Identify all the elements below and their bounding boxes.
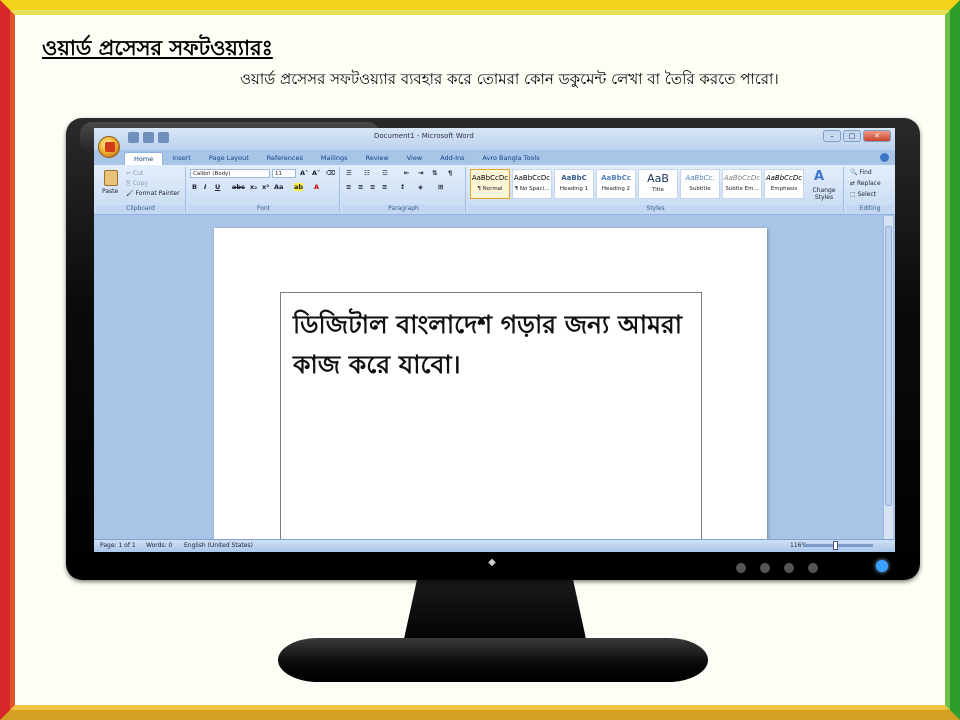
align-left-button[interactable]: ≡ (346, 183, 351, 191)
styles-group: AaBbCcDc ¶ Normal AaBbCcDc ¶ No Spaci...… (468, 167, 844, 213)
style-heading-2[interactable]: AaBbCc Heading 2 (596, 169, 636, 199)
zoom-slider[interactable] (803, 541, 873, 550)
shading-button[interactable]: ◈ (418, 183, 423, 191)
underline-button[interactable]: U (215, 183, 220, 191)
italic-button[interactable]: I (204, 183, 206, 191)
font-color-button[interactable]: A (314, 183, 319, 191)
monitor-base (278, 638, 708, 682)
office-logo-icon (105, 142, 115, 152)
clipboard-group: Paste ✂ Cut ⎘ Copy 🖌 Format Painter Clip… (96, 167, 186, 213)
shrink-font-button[interactable]: A˅ (312, 169, 320, 177)
select-button[interactable]: ⬚ Select (850, 191, 876, 198)
status-words[interactable]: Words: 0 (146, 542, 172, 549)
redo-icon (158, 132, 169, 143)
editing-label: Editing (846, 205, 894, 213)
align-right-button[interactable]: ≡ (370, 183, 375, 191)
slide-title: ওয়ার্ড প্রসেসর সফটওয়্যারঃ (42, 36, 273, 60)
font-size-select[interactable]: 11 (272, 169, 296, 178)
text-box[interactable]: ডিজিটাল বাংলাদেশ গড়ার জন্য আমরা কাজ করে… (280, 292, 702, 542)
power-button-icon[interactable] (876, 560, 888, 572)
document-text[interactable]: ডিজিটাল বাংলাদেশ গড়ার জন্য আমরা কাজ করে… (293, 305, 693, 385)
tab-page-layout[interactable]: Page Layout (200, 152, 258, 166)
superscript-button[interactable]: x² (262, 183, 269, 191)
font-name-select[interactable]: Calibri (Body) (190, 169, 270, 178)
style-heading-1[interactable]: AaBbC Heading 1 (554, 169, 594, 199)
monitor-buttons (736, 563, 818, 573)
change-styles-button[interactable]: Change Styles (808, 187, 840, 201)
change-case-button[interactable]: Aa (274, 183, 283, 191)
close-button[interactable]: ✕ (863, 130, 891, 142)
style-no-spacing[interactable]: AaBbCcDc ¶ No Spaci... (512, 169, 552, 199)
paste-button[interactable]: Paste (102, 188, 118, 195)
tab-insert[interactable]: Insert (163, 152, 200, 166)
tab-mailings[interactable]: Mailings (312, 152, 357, 166)
ribbon: Paste ✂ Cut ⎘ Copy 🖌 Format Painter Clip… (94, 165, 895, 215)
line-spacing-button[interactable]: ↕ (400, 183, 405, 191)
decrease-indent-button[interactable]: ⇤ (404, 169, 409, 177)
change-styles-icon[interactable]: A (814, 169, 824, 184)
styles-label: Styles (468, 205, 843, 213)
office-button[interactable] (98, 136, 120, 158)
increase-indent-button[interactable]: ⇥ (418, 169, 423, 177)
strikethrough-button[interactable]: abc (232, 183, 245, 191)
grow-font-button[interactable]: A˄ (300, 169, 308, 177)
copy-button[interactable]: ⎘ Copy (126, 180, 148, 188)
numbering-button[interactable]: ☷ (364, 169, 370, 177)
editing-group: 🔍 Find ⇄ Replace ⬚ Select Editing (846, 167, 894, 213)
slide: ওয়ার্ড প্রসেসর সফটওয়্যারঃ ওয়ার্ড প্রস… (0, 0, 960, 720)
save-icon (128, 132, 139, 143)
window-title: Document1 - Microsoft Word (374, 132, 474, 140)
bold-button[interactable]: B (192, 183, 197, 191)
vertical-scrollbar[interactable] (883, 216, 893, 539)
ribbon-tabs: Home Insert Page Layout References Maili… (124, 152, 549, 166)
clear-format-button[interactable]: ⌫ (326, 169, 335, 177)
undo-icon (143, 132, 154, 143)
clipboard-label: Clipboard (96, 205, 185, 213)
style-title[interactable]: AaB Title (638, 169, 678, 199)
minimize-button[interactable]: – (823, 130, 841, 142)
paragraph-label: Paragraph (342, 205, 465, 213)
style-emphasis[interactable]: AaBbCcDc Emphasis (764, 169, 804, 199)
find-button[interactable]: 🔍 Find (850, 169, 872, 176)
zoom-thumb (833, 541, 838, 550)
paste-icon[interactable] (104, 170, 118, 186)
maximize-button[interactable]: □ (843, 130, 861, 142)
tab-avro-bangla-tools[interactable]: Avro Bangla Tools (474, 152, 549, 166)
show-formatting-button[interactable]: ¶ (448, 169, 452, 177)
status-language[interactable]: English (United States) (184, 542, 253, 549)
style-subtitle[interactable]: AaBbCc. Subtitle (680, 169, 720, 199)
highlight-button[interactable]: ab (294, 183, 304, 191)
justify-button[interactable]: ≡ (382, 183, 387, 191)
style-normal[interactable]: AaBbCcDc ¶ Normal (470, 169, 510, 199)
status-page[interactable]: Page: 1 of 1 (100, 542, 136, 549)
tab-view[interactable]: View (398, 152, 431, 166)
borders-button[interactable]: ⊞ (438, 183, 443, 191)
status-bar: Page: 1 of 1 Words: 0 English (United St… (94, 539, 895, 552)
scroll-thumb (885, 226, 892, 506)
tab-references[interactable]: References (258, 152, 312, 166)
monitor-logo-icon: ◆ (488, 557, 496, 568)
align-center-button[interactable]: ≡ (358, 183, 363, 191)
tab-home[interactable]: Home (124, 152, 164, 166)
style-subtle-emphasis[interactable]: AaBbCcDc Subtle Em... (722, 169, 762, 199)
font-group: Calibri (Body) 11 A˄ A˅ ⌫ B I U abc x₂ x… (188, 167, 340, 213)
word-window: Document1 - Microsoft Word – □ ✕ Home In… (94, 128, 895, 552)
paragraph-group: ☰ ☷ ☲ ⇤ ⇥ ⇅ ¶ ≡ ≡ ≡ ≡ ↕ ◈ ⊞ Paragraph (342, 167, 466, 213)
multilevel-list-button[interactable]: ☲ (382, 169, 388, 177)
tab-review[interactable]: Review (357, 152, 398, 166)
quick-access-toolbar[interactable] (128, 132, 169, 143)
replace-button[interactable]: ⇄ Replace (850, 180, 881, 187)
slide-subtitle: ওয়ার্ড প্রসেসর সফটওয়্যার ব্যবহার করে ত… (240, 70, 779, 88)
font-label: Font (188, 205, 339, 213)
cut-button[interactable]: ✂ Cut (126, 170, 143, 177)
tab-add-ins[interactable]: Add-Ins (431, 152, 473, 166)
title-bar: Document1 - Microsoft Word – □ ✕ (94, 128, 895, 150)
subscript-button[interactable]: x₂ (250, 183, 257, 191)
sort-button[interactable]: ⇅ (432, 169, 437, 177)
format-painter-button[interactable]: 🖌 Format Painter (126, 190, 180, 197)
help-icon[interactable] (880, 153, 889, 162)
window-controls: – □ ✕ (823, 130, 891, 142)
bullets-button[interactable]: ☰ (346, 169, 352, 177)
